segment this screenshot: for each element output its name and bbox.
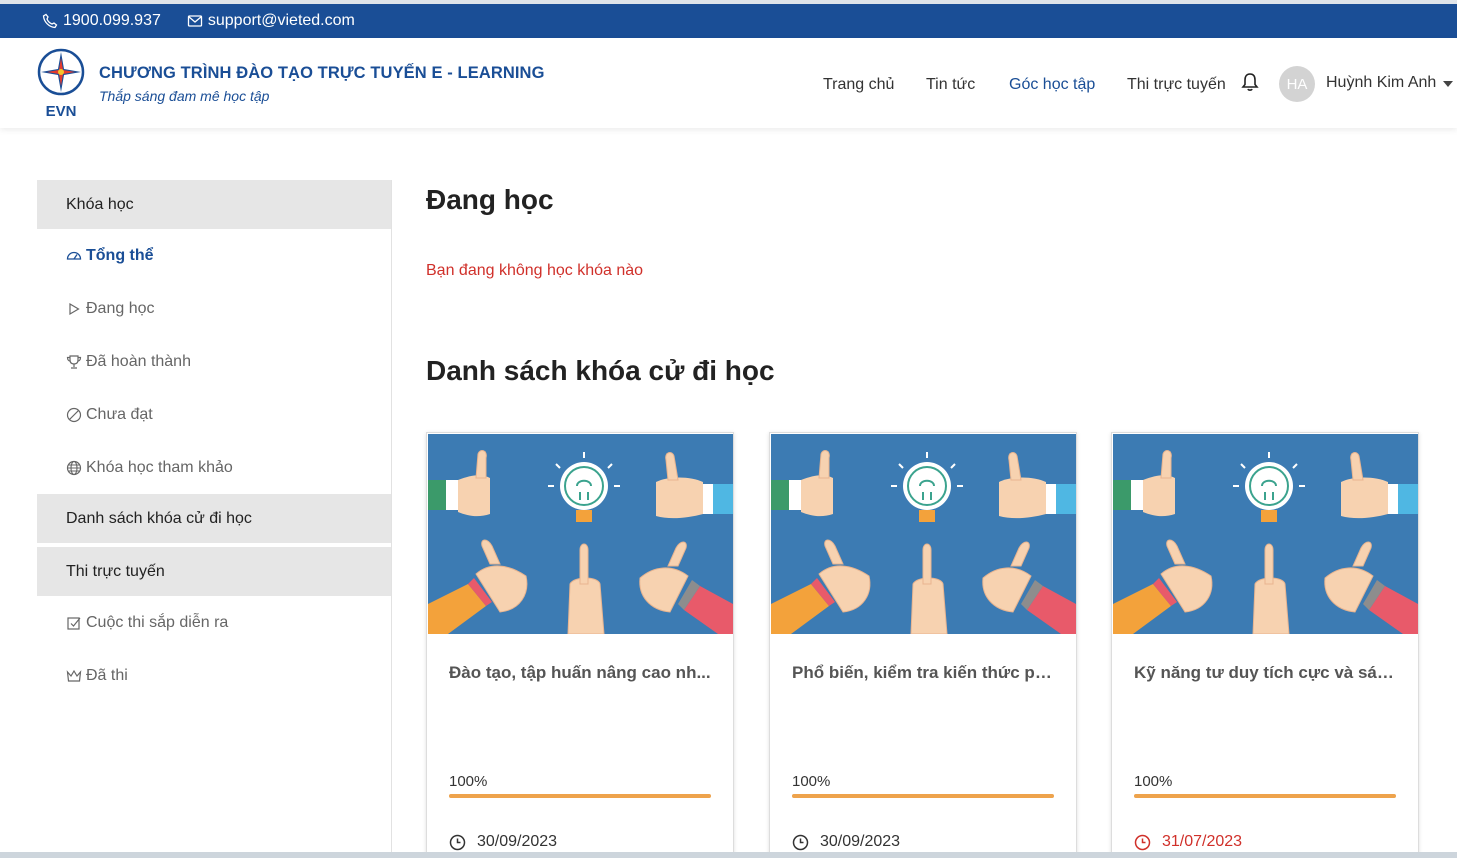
phone-number: 1900.099.937	[63, 12, 161, 29]
progress-label: 100%	[1134, 773, 1173, 790]
user-name[interactable]: Huỳnh Kim Anh	[1326, 74, 1436, 92]
sidebar-item-upcoming-exams[interactable]: Cuộc thi sắp diễn ra	[37, 596, 391, 649]
nav-home[interactable]: Trang chủ	[823, 76, 894, 94]
clock-icon	[792, 834, 809, 850]
sidebar-item-label: Chưa đạt	[86, 405, 153, 423]
ban-icon	[66, 407, 82, 423]
progress-fill	[1134, 794, 1396, 798]
course-title[interactable]: Phổ biến, kiểm tra kiến thức ph...	[792, 663, 1056, 683]
assigned-courses-heading: Danh sách khóa cử đi học	[426, 355, 775, 386]
due-date: 30/09/2023	[449, 833, 557, 851]
sidebar-item-overview[interactable]: Tổng thể	[37, 229, 391, 282]
course-title[interactable]: Đào tạo, tập huấn nâng cao nh...	[449, 663, 713, 683]
course-card[interactable]: Kỹ năng tư duy tích cực và sán... 100% 3…	[1111, 432, 1419, 858]
course-card[interactable]: Đào tạo, tập huấn nâng cao nh... 100% 30…	[426, 432, 734, 858]
progress-bar	[449, 794, 711, 798]
sidebar-section-online-exam[interactable]: Thi trực tuyến	[37, 547, 391, 596]
bottom-strip	[0, 852, 1457, 858]
sidebar-item-taken-exams[interactable]: Đã thi	[37, 649, 391, 702]
progress-bar	[1134, 794, 1396, 798]
dashboard-icon	[66, 248, 82, 264]
email-address: support@vieted.com	[207, 12, 355, 29]
progress-fill	[449, 794, 711, 798]
nav-study-corner[interactable]: Góc học tập	[1009, 76, 1095, 94]
due-date: 30/09/2023	[792, 833, 900, 851]
brand-slogan: Thắp sáng đam mê học tập	[99, 88, 270, 104]
site-header: EVN CHƯƠNG TRÌNH ĐÀO TẠO TRỰC TUYẾN E - …	[0, 38, 1457, 128]
svg-text:EVN: EVN	[46, 103, 77, 120]
sidebar-item-in-progress[interactable]: Đang học	[37, 282, 391, 335]
progress-bar	[792, 794, 1054, 798]
learning-empty-message: Bạn đang không học khóa nào	[426, 262, 644, 279]
course-thumbnail[interactable]	[771, 434, 1076, 634]
trophy-icon	[66, 354, 82, 370]
phone-icon	[42, 13, 58, 29]
learning-heading: Đang học	[426, 184, 554, 215]
course-card[interactable]: Phổ biến, kiểm tra kiến thức ph... 100% …	[769, 432, 1077, 858]
sidebar-item-failed[interactable]: Chưa đạt	[37, 388, 391, 441]
chevron-down-icon[interactable]	[1443, 81, 1453, 87]
user-avatar[interactable]: HA	[1279, 66, 1315, 102]
envelope-icon	[187, 15, 203, 27]
sidebar-item-completed[interactable]: Đã hoàn thành	[37, 335, 391, 388]
sidebar-item-label: Đang học	[86, 299, 155, 317]
bell-icon[interactable]	[1241, 72, 1259, 92]
progress-label: 100%	[792, 773, 831, 790]
sidebar-section-courses[interactable]: Khóa học	[37, 180, 391, 229]
clock-icon	[1134, 834, 1151, 850]
nav-news[interactable]: Tin tức	[926, 76, 975, 94]
nav-online-exam[interactable]: Thi trực tuyến	[1127, 76, 1226, 94]
course-title[interactable]: Kỹ năng tư duy tích cực và sán...	[1134, 663, 1398, 683]
sidebar-item-label: Đã hoàn thành	[86, 352, 191, 370]
globe-icon	[66, 460, 82, 476]
sidebar-item-label: Cuộc thi sắp diễn ra	[86, 613, 229, 631]
sidebar-item-label: Tổng thể	[86, 246, 154, 264]
evn-logo[interactable]: EVN	[36, 48, 88, 120]
sidebar: Khóa học Tổng thể Đang học Đã hoàn thành…	[37, 180, 392, 858]
play-icon	[66, 301, 82, 317]
due-date: 31/07/2023	[1134, 833, 1242, 851]
email-contact[interactable]: support@vieted.com	[187, 12, 355, 30]
crown-icon	[66, 668, 82, 684]
checkbox-icon	[66, 615, 82, 631]
brand-title[interactable]: CHƯƠNG TRÌNH ĐÀO TẠO TRỰC TUYẾN E - LEAR…	[99, 64, 545, 83]
sidebar-item-label: Khóa học tham khảo	[86, 458, 233, 476]
course-thumbnail[interactable]	[428, 434, 733, 634]
sidebar-item-label: Đã thi	[86, 666, 128, 684]
progress-label: 100%	[449, 773, 488, 790]
sidebar-item-reference-courses[interactable]: Khóa học tham khảo	[37, 441, 391, 494]
due-date-text: 30/09/2023	[477, 833, 558, 850]
course-thumbnail[interactable]	[1113, 434, 1418, 634]
contact-bar: 1900.099.937 support@vieted.com	[0, 0, 1457, 38]
sidebar-section-assigned-courses[interactable]: Danh sách khóa cử đi học	[37, 494, 391, 543]
phone-contact[interactable]: 1900.099.937	[42, 12, 161, 30]
clock-icon	[449, 834, 466, 850]
progress-fill	[792, 794, 1054, 798]
due-date-text: 30/09/2023	[820, 833, 901, 850]
due-date-text: 31/07/2023	[1162, 833, 1243, 850]
